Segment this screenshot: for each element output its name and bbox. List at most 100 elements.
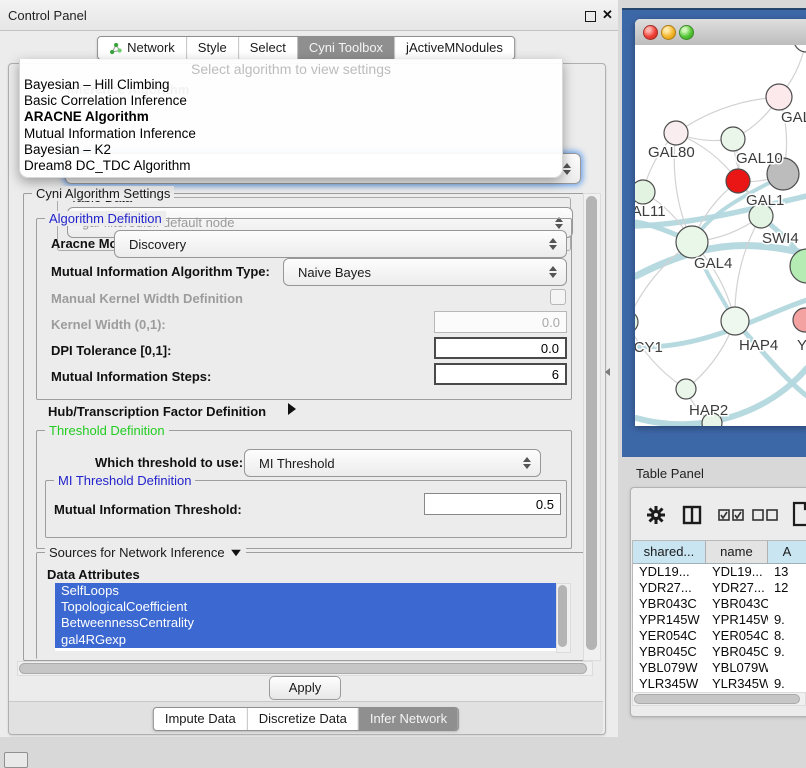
control-panel-titlebar: Control Panel ✕ (0, 0, 618, 31)
cyni-algorithm-settings-label: Cyni Algorithm Settings (32, 186, 174, 201)
stepper-icon (562, 163, 571, 175)
tab-cyni-toolbox[interactable]: Cyni Toolbox (297, 37, 394, 59)
close-traffic-light-icon[interactable] (643, 25, 658, 40)
sources-group-label[interactable]: Sources for Network Inference (45, 545, 246, 560)
split-columns-icon[interactable] (682, 505, 702, 525)
mi-algorithm-type-combo[interactable]: Naive Bayes (283, 258, 567, 286)
document-icon[interactable] (792, 501, 806, 527)
mi-threshold-definition-group: MI Threshold Definition Mutual Informati… (45, 480, 567, 538)
collapse-arrow-icon[interactable] (231, 549, 241, 555)
apply-button[interactable]: Apply (269, 676, 341, 700)
checked-pair-icon[interactable] (718, 509, 744, 521)
network-node-hap2[interactable] (676, 379, 696, 399)
network-node-y[interactable] (793, 308, 806, 332)
network-node-gal11[interactable] (635, 180, 655, 204)
algorithm-option-bayesian-hill-climbing[interactable]: Bayesian – Hill Climbing (20, 77, 562, 93)
tab-network[interactable]: Network (98, 37, 186, 59)
network-canvas[interactable]: GAL7GAL80GAL10GAL1GAL11GAL4SWI4GCY1HAP4Y… (635, 45, 806, 426)
network-node[interactable] (794, 45, 806, 52)
network-node-gal4[interactable] (676, 226, 708, 258)
column-header-shared[interactable]: shared... (633, 541, 706, 563)
mi-threshold-definition-label: MI Threshold Definition (54, 473, 195, 488)
manual-kernel-width-label: Manual Kernel Width Definition (51, 291, 243, 306)
settings-hscrollbar[interactable] (17, 661, 593, 676)
table-hscrollbar[interactable] (632, 692, 806, 706)
node-table[interactable]: shared...nameAYDL19...YDL19...13YDR27...… (632, 540, 806, 693)
tab-select[interactable]: Select (238, 37, 297, 59)
minimize-traffic-light-icon[interactable] (661, 25, 676, 40)
network-node-gcy1[interactable] (635, 311, 638, 333)
kernel-width-input[interactable] (434, 311, 567, 333)
table-row[interactable]: YPR145WYPR145W9. (633, 612, 806, 628)
mi-algorithm-type-label: Mutual Information Algorithm Type: (51, 264, 270, 279)
close-icon[interactable]: ✕ (602, 7, 613, 23)
threshold-definition-label: Threshold Definition (45, 423, 169, 438)
algorithm-option-bayesian-k2[interactable]: Bayesian – K2 (20, 142, 562, 158)
algorithm-definition-label: Algorithm Definition (45, 211, 166, 226)
stepper-icon (548, 238, 557, 250)
expand-arrow-icon[interactable] (288, 403, 296, 415)
network-edge[interactable] (676, 97, 779, 133)
zoom-traffic-light-icon[interactable] (679, 25, 694, 40)
algorithm-dropdown-popup: Select algorithm to view settings Bayesi… (19, 59, 563, 178)
column-header-name[interactable]: name (706, 541, 768, 563)
stepper-icon (548, 266, 557, 278)
dpi-tolerance-input[interactable] (434, 337, 567, 359)
data-attributes-list[interactable]: SelfLoopsTopologicalCoefficientBetweenne… (55, 583, 556, 651)
settings-vscrollbar[interactable] (583, 193, 601, 661)
tab-style[interactable]: Style (186, 37, 238, 59)
algorithm-option-aracne-algorithm[interactable]: ARACNE Algorithm (20, 109, 562, 125)
table-row[interactable]: YER054CYER054C8. (633, 628, 806, 644)
algorithm-option-dream8-dc-tdc-algorithm[interactable]: Dream8 DC_TDC Algorithm (20, 158, 562, 174)
node-label-gal80: GAL80 (648, 144, 695, 161)
mi-threshold-input[interactable] (424, 493, 561, 515)
node-label-gal10: GAL10 (736, 150, 783, 167)
network-node-gal7[interactable] (766, 84, 792, 110)
tab-jactivemnodules[interactable]: jActiveMNodules (394, 37, 514, 59)
hub-definition-label[interactable]: Hub/Transcription Factor Definition (48, 404, 266, 419)
threshold-definition-group: Threshold Definition Which threshold to … (36, 430, 572, 549)
node-label-hap4: HAP4 (739, 337, 778, 354)
aracne-mode-combo[interactable]: Discovery (114, 230, 567, 258)
algorithm-dropdown-placeholder: Select algorithm to view settings (20, 61, 562, 77)
attribute-item-betweennesscentrality[interactable]: BetweennessCentrality (55, 615, 556, 631)
table-row[interactable]: YBR045CYBR045C9. (633, 644, 806, 660)
unchecked-pair-icon[interactable] (752, 509, 778, 521)
gear-icon[interactable] (646, 505, 666, 525)
mode-tab-discretize-data[interactable]: Discretize Data (247, 708, 358, 730)
panel-divider-handle[interactable] (605, 368, 610, 376)
float-window-icon[interactable] (585, 11, 596, 22)
mi-steps-input[interactable] (434, 363, 567, 385)
table-row[interactable]: YDL19...YDL19...13 (633, 564, 806, 580)
list-scrollbar[interactable] (556, 583, 571, 653)
column-header-a[interactable]: A (768, 541, 806, 563)
algorithm-option-mutual-information-inference[interactable]: Mutual Information Inference (20, 126, 562, 142)
table-row[interactable]: YDR27...YDR27...12 (633, 580, 806, 596)
table-row[interactable]: YBL079WYBL079W (633, 660, 806, 676)
which-threshold-combo[interactable]: MI Threshold (244, 449, 541, 477)
node-label-gal11: GAL11 (635, 203, 666, 220)
network-node-gal10[interactable] (721, 127, 745, 151)
attribute-item-topologicalcoefficient[interactable]: TopologicalCoefficient (55, 599, 556, 615)
network-edge[interactable] (735, 216, 761, 321)
control-panel-title: Control Panel (8, 8, 87, 23)
network-node-gal80[interactable] (664, 121, 688, 145)
network-edge[interactable] (735, 321, 806, 396)
algorithm-option-basic-correlation-inference[interactable]: Basic Correlation Inference (20, 93, 562, 109)
node-label-swi4: SWI4 (762, 230, 799, 247)
data-attributes-label: Data Attributes (47, 567, 140, 582)
mode-tab-impute-data[interactable]: Impute Data (154, 708, 247, 730)
network-icon (109, 42, 122, 55)
control-panel-tabbar: NetworkStyleSelectCyni ToolboxjActiveMNo… (97, 36, 515, 60)
network-node-hap4[interactable] (721, 307, 749, 335)
table-row[interactable]: YBR043CYBR043C (633, 596, 806, 612)
table-row[interactable]: YLR345WYLR345W9. (633, 676, 806, 692)
manual-kernel-width-checkbox[interactable] (550, 289, 566, 305)
float-panel-icon[interactable] (4, 752, 28, 768)
mode-tab-infer-network[interactable]: Infer Network (358, 708, 458, 730)
cyni-algorithm-settings-group: Cyni Algorithm Settings Algorithm Defini… (23, 193, 587, 661)
attribute-item-gal4rgexp[interactable]: gal4RGexp (55, 632, 556, 648)
node-label-hap2: HAP2 (689, 402, 728, 419)
attribute-item-selfloops[interactable]: SelfLoops (55, 583, 556, 599)
network-node-gal1[interactable] (726, 169, 750, 193)
